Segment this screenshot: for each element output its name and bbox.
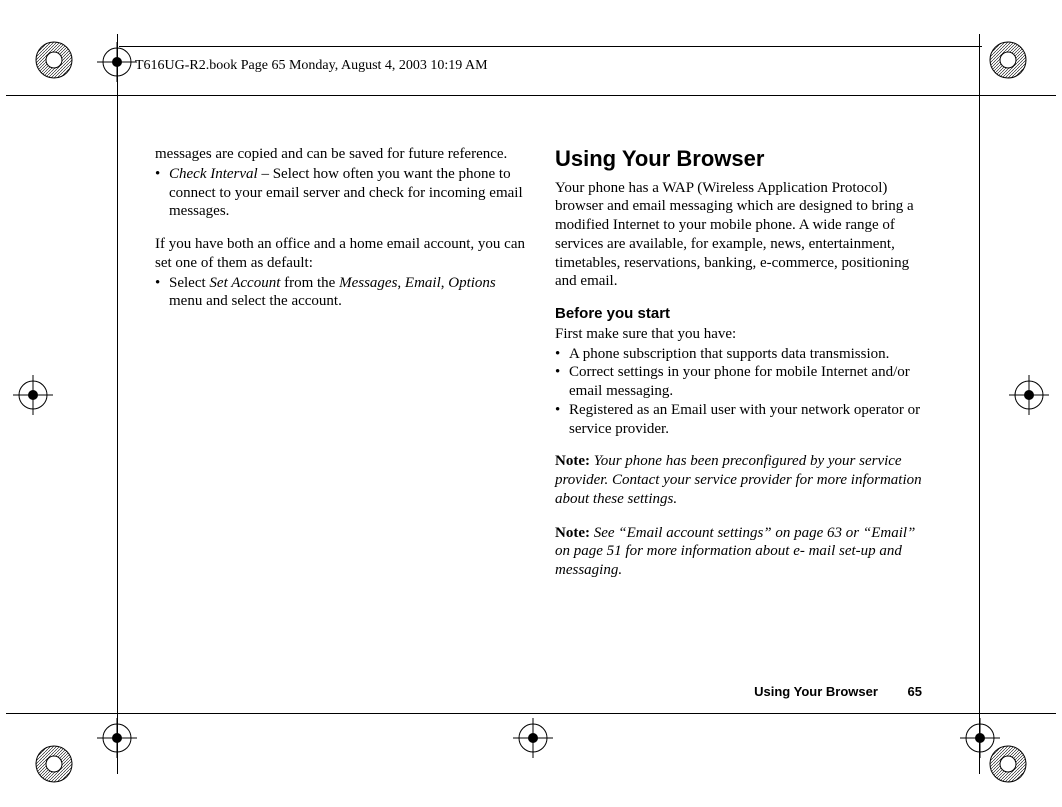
body-text: from the: [280, 275, 339, 291]
note-body: See “Email account settings” on page 63 …: [555, 525, 915, 579]
section-heading: Using Your Browser: [555, 145, 925, 173]
frame-line: [6, 95, 1056, 96]
menu-path: Set Account: [209, 275, 280, 291]
running-header: T616UG-R2.book Page 65 Monday, August 4,…: [135, 58, 488, 74]
page-footer: Using Your Browser 65: [754, 684, 922, 699]
list-item: • A phone subscription that supports dat…: [555, 345, 925, 364]
crosshair-icon: [960, 718, 1000, 758]
body-text: Your phone has a WAP (Wireless Applicati…: [555, 179, 925, 292]
subsection-heading: Before you start: [555, 305, 925, 324]
frame-line: [979, 34, 980, 774]
term: Check Interval: [169, 166, 258, 182]
body-text: Select: [169, 275, 209, 291]
page-number: 65: [908, 684, 922, 699]
bullet-icon: •: [555, 401, 569, 439]
note: Note: Your phone has been preconfigured …: [555, 452, 925, 508]
list-item: • Select Set Account from the Messages, …: [155, 274, 525, 312]
continuation-text: messages are copied and can be saved for…: [155, 145, 525, 164]
note: Note: See “Email account settings” on pa…: [555, 524, 925, 580]
left-column: messages are copied and can be saved for…: [155, 145, 525, 581]
note-label: Note:: [555, 453, 590, 469]
registration-mark-icon: [33, 39, 75, 81]
note-label: Note:: [555, 525, 590, 541]
menu-path: Messages: [339, 275, 397, 291]
body-text: First make sure that you have:: [555, 325, 925, 344]
header-rule: [119, 46, 982, 47]
list-item: • Registered as an Email user with your …: [555, 401, 925, 439]
crosshair-icon: [1009, 375, 1049, 415]
bullet-icon: •: [555, 345, 569, 364]
registration-mark-icon: [987, 39, 1029, 81]
menu-path: Options: [448, 275, 496, 291]
crosshair-icon: [13, 375, 53, 415]
note-body: Your phone has been preconfigured by you…: [555, 453, 922, 507]
body-text: menu and select the account.: [169, 293, 342, 309]
body-text: Correct settings in your phone for mobil…: [569, 363, 925, 401]
frame-line: [6, 713, 1056, 714]
body-text: A phone subscription that supports data …: [569, 345, 925, 364]
list-item: • Check Interval – Select how often you …: [155, 165, 525, 221]
body-text: Registered as an Email user with your ne…: [569, 401, 925, 439]
bullet-icon: •: [155, 274, 169, 312]
frame-line: [117, 34, 118, 774]
right-column: Using Your Browser Your phone has a WAP …: [555, 145, 925, 581]
crosshair-icon: [513, 718, 553, 758]
bullet-icon: •: [155, 165, 169, 221]
registration-mark-icon: [33, 743, 75, 785]
body-text: If you have both an office and a home em…: [155, 235, 525, 273]
page-body: messages are copied and can be saved for…: [155, 145, 925, 581]
footer-section: Using Your Browser: [754, 684, 878, 699]
bullet-icon: •: [555, 363, 569, 401]
list-item: • Correct settings in your phone for mob…: [555, 363, 925, 401]
body-text: ,: [397, 275, 405, 291]
menu-path: Email: [405, 275, 441, 291]
